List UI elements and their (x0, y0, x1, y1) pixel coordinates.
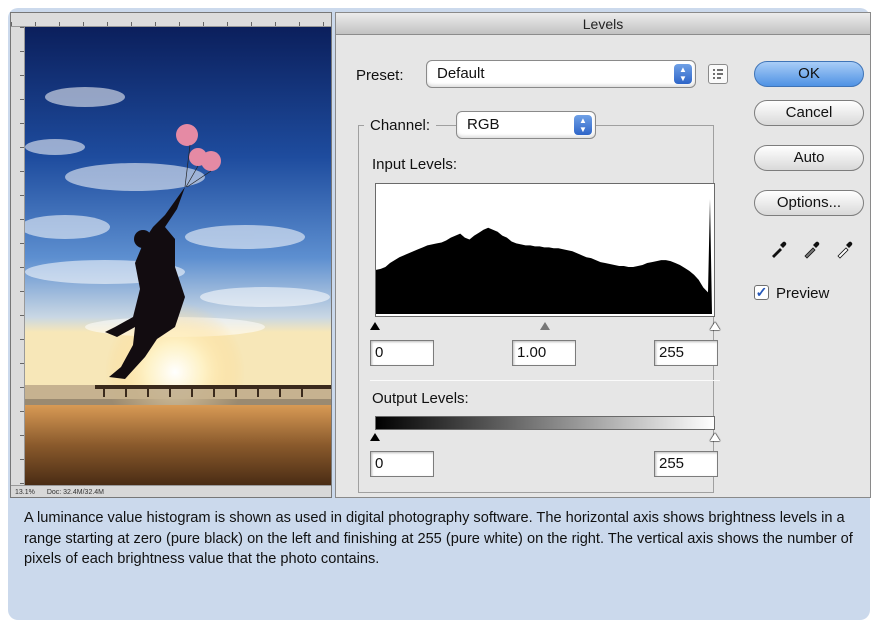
output-gradient-bar (375, 416, 715, 430)
updown-arrows-icon: ▲ ▼ (674, 64, 692, 84)
preview-label: Preview (776, 285, 830, 302)
channel-value: RGB (467, 116, 500, 133)
input-white-field[interactable]: 255 (654, 340, 718, 366)
photo-canvas[interactable] (25, 27, 331, 485)
doc-size-readout: Doc: 32.4M/32.4M (46, 489, 105, 496)
output-white-slider[interactable] (710, 433, 720, 441)
preset-dropdown[interactable]: Default ▲ ▼ (426, 60, 696, 88)
figure-caption: A luminance value histogram is shown as … (24, 510, 853, 567)
luminance-histogram (375, 183, 715, 317)
output-black-field[interactable]: 0 (370, 451, 434, 477)
updown-arrows-icon: ▲ ▼ (574, 115, 592, 135)
input-black-field[interactable]: 0 (370, 340, 434, 366)
input-black-slider[interactable] (370, 322, 380, 330)
preset-options-icon[interactable] (708, 64, 728, 84)
gray-eyedropper-icon[interactable] (801, 238, 823, 260)
auto-button[interactable]: Auto (754, 145, 864, 171)
channel-dropdown[interactable]: RGB ▲ ▼ (456, 111, 596, 139)
ok-button[interactable]: OK (754, 61, 864, 87)
preview-checkbox[interactable]: ✓ (754, 285, 769, 300)
options-button[interactable]: Options... (754, 190, 864, 216)
left-ruler[interactable] (11, 27, 25, 485)
input-white-slider[interactable] (710, 322, 720, 330)
black-eyedropper-icon[interactable] (768, 238, 790, 260)
channel-label: Channel: (364, 117, 437, 134)
photo-document-window[interactable]: 13.1% Doc: 32.4M/32.4M (10, 12, 332, 498)
checkmark-icon: ✓ (755, 284, 768, 300)
preset-label: Preset: (356, 67, 404, 84)
preset-value: Default (437, 65, 485, 82)
levels-dialog: Levels Preset: Default ▲ ▼ Channel: RGB ▲… (335, 12, 871, 498)
dialog-title: Levels (336, 13, 870, 35)
input-levels-label: Input Levels: (372, 156, 458, 173)
separator (370, 380, 720, 381)
input-gamma-slider[interactable] (540, 322, 550, 330)
output-black-slider[interactable] (370, 433, 380, 441)
input-gamma-field[interactable]: 1.00 (512, 340, 576, 366)
top-ruler[interactable] (11, 13, 331, 27)
document-status-bar: 13.1% Doc: 32.4M/32.4M (11, 485, 331, 497)
white-eyedropper-icon[interactable] (834, 238, 856, 260)
histogram-plot (376, 199, 712, 314)
output-white-field[interactable]: 255 (654, 451, 718, 477)
histogram-area (376, 199, 712, 314)
zoom-readout[interactable]: 13.1% (15, 489, 35, 496)
cancel-button[interactable]: Cancel (754, 100, 864, 126)
output-levels-label: Output Levels: (372, 390, 469, 407)
